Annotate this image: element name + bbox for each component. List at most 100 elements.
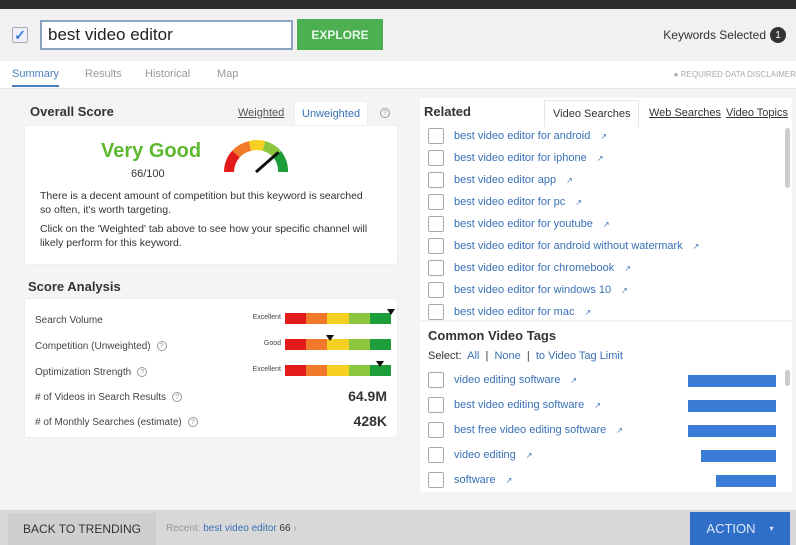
related-item-link[interactable]: best video editor for android (454, 130, 590, 142)
tag-link[interactable]: video editing (454, 449, 516, 461)
keyword-input[interactable] (40, 20, 293, 50)
tag-link[interactable]: video editing software (454, 374, 560, 386)
related-item-link[interactable]: best video editor for youtube (454, 218, 593, 230)
external-link-icon[interactable]: ↗ (584, 308, 591, 317)
related-item-link[interactable]: best video editor for windows 10 (454, 284, 611, 296)
external-link-icon[interactable]: ↗ (597, 154, 604, 163)
unweighted-tab[interactable]: Unweighted (294, 101, 369, 127)
external-link-icon[interactable]: ↗ (570, 376, 577, 385)
videos-count-label: # of Videos in Search Results? (35, 392, 183, 403)
related-item[interactable]: best video editor for youtube ↗ (428, 216, 610, 232)
related-title: Related (424, 104, 471, 119)
help-icon[interactable]: ? (156, 341, 167, 352)
related-item-checkbox[interactable] (428, 238, 444, 254)
related-item-checkbox[interactable] (428, 216, 444, 232)
videos-count-value: 64.9M (348, 388, 387, 404)
optimization-label: Optimization Strength? (35, 367, 148, 378)
tag-link[interactable]: software (454, 474, 496, 486)
recent-score: 66 (279, 523, 291, 534)
tab-results[interactable]: Results (85, 68, 122, 80)
related-item[interactable]: best video editor for pc ↗ (428, 194, 582, 210)
competition-meter (285, 335, 392, 350)
tab-summary[interactable]: Summary (12, 68, 60, 87)
tag-item[interactable]: best video editing software ↗ (428, 397, 601, 413)
header: ✓ EXPLORE Keywords Selected 1 (0, 9, 796, 61)
related-item[interactable]: best video editor for chromebook ↗ (428, 260, 631, 276)
tab-historical[interactable]: Historical (145, 68, 190, 80)
tab-video-searches[interactable]: Video Searches (544, 100, 640, 127)
tag-checkbox[interactable] (428, 397, 444, 413)
tag-link[interactable]: best video editing software (454, 399, 584, 411)
help-icon[interactable]: ? (137, 367, 148, 378)
tag-item[interactable]: video editing ↗ (428, 447, 532, 463)
external-link-icon[interactable]: ↗ (594, 401, 601, 410)
related-item-link[interactable]: best video editor for android without wa… (454, 240, 683, 252)
search-volume-label: Search Volume (35, 315, 103, 326)
external-link-icon[interactable]: ↗ (616, 426, 623, 435)
competition-rating: Good (263, 340, 281, 347)
help-icon[interactable]: ? (187, 417, 198, 428)
monthly-searches-value: 428K (353, 413, 387, 429)
related-item[interactable]: best video editor for android without wa… (428, 238, 699, 254)
recent-keyword-link[interactable]: best video editor (203, 523, 276, 534)
tag-item[interactable]: best free video editing software ↗ (428, 422, 623, 438)
help-icon[interactable]: ? (172, 392, 183, 403)
related-item-checkbox[interactable] (428, 150, 444, 166)
select-all-link[interactable]: All (467, 350, 479, 362)
related-item-link[interactable]: best video editor app (454, 174, 556, 186)
related-item-checkbox[interactable] (428, 172, 444, 188)
tags-scrollbar[interactable] (785, 370, 790, 386)
related-item-checkbox[interactable] (428, 128, 444, 144)
related-item-checkbox[interactable] (428, 260, 444, 276)
related-item-link[interactable]: best video editor for chromebook (454, 262, 614, 274)
tag-checkbox[interactable] (428, 422, 444, 438)
keyword-checkbox[interactable]: ✓ (12, 27, 28, 43)
related-item[interactable]: best video editor for mac ↗ (428, 304, 591, 320)
tag-limit-link[interactable]: to Video Tag Limit (536, 350, 623, 362)
external-link-icon[interactable]: ↗ (621, 286, 628, 295)
score-description: There is a decent amount of competition … (40, 190, 363, 216)
action-button[interactable]: ACTION ▾ (690, 512, 790, 545)
tag-item[interactable]: software ↗ (428, 472, 512, 488)
related-item[interactable]: best video editor for android ↗ (428, 128, 607, 144)
external-link-icon[interactable]: ↗ (566, 176, 573, 185)
tag-checkbox[interactable] (428, 372, 444, 388)
related-item-link[interactable]: best video editor for iphone (454, 152, 587, 164)
tag-usage-bar (716, 475, 776, 487)
external-link-icon[interactable]: ↗ (526, 451, 533, 460)
external-link-icon[interactable]: ↗ (624, 264, 631, 273)
keywords-selected-label: Keywords Selected (663, 28, 766, 42)
tag-link[interactable]: best free video editing software (454, 424, 606, 436)
external-link-icon[interactable]: ↗ (693, 242, 700, 251)
external-link-icon[interactable]: ↗ (600, 132, 607, 141)
select-label: Select: (428, 350, 462, 362)
tab-web-searches[interactable]: Web Searches (649, 107, 721, 119)
keywords-selected[interactable]: Keywords Selected 1 (663, 27, 786, 43)
back-to-trending-button[interactable]: BACK TO TRENDING (8, 513, 156, 545)
external-link-icon[interactable]: ↗ (506, 476, 513, 485)
weighted-tab[interactable]: Weighted (238, 107, 284, 119)
related-item-link[interactable]: best video editor for mac (454, 306, 574, 318)
external-link-icon[interactable]: ↗ (575, 198, 582, 207)
tab-bar: Summary Results Historical Map ● REQUIRE… (0, 61, 796, 89)
footer-bar: BACK TO TRENDING Recent: best video edit… (0, 510, 796, 545)
explore-button[interactable]: EXPLORE (297, 19, 383, 50)
select-none-link[interactable]: None (494, 350, 520, 362)
related-item[interactable]: best video editor for windows 10 ↗ (428, 282, 628, 298)
tab-map[interactable]: Map (217, 68, 238, 80)
related-item-checkbox[interactable] (428, 282, 444, 298)
help-icon[interactable]: ? (380, 108, 390, 118)
external-link-icon[interactable]: ↗ (603, 220, 610, 229)
data-disclaimer-link[interactable]: ● REQUIRED DATA DISCLAIMER (674, 70, 796, 79)
gauge-needle (255, 151, 280, 174)
related-item-checkbox[interactable] (428, 304, 444, 320)
tab-video-topics[interactable]: Video Topics (726, 107, 788, 119)
tag-item[interactable]: video editing software ↗ (428, 372, 577, 388)
related-item[interactable]: best video editor app ↗ (428, 172, 573, 188)
related-scrollbar[interactable] (785, 128, 790, 188)
tag-checkbox[interactable] (428, 447, 444, 463)
tag-checkbox[interactable] (428, 472, 444, 488)
related-item-link[interactable]: best video editor for pc (454, 196, 565, 208)
related-item-checkbox[interactable] (428, 194, 444, 210)
related-item[interactable]: best video editor for iphone ↗ (428, 150, 603, 166)
